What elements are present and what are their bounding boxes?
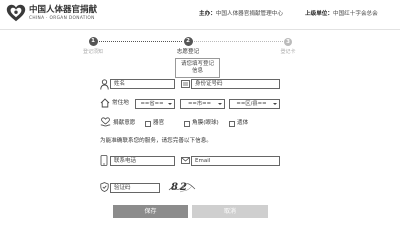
body-option-label[interactable]: 遗体	[237, 120, 248, 127]
cornea-checkbox[interactable]	[184, 120, 190, 127]
sponsor-label: 主办：	[199, 11, 216, 17]
logo-title: 中国人体器官捐献	[29, 5, 98, 15]
header-divider	[0, 29, 400, 30]
city-select[interactable]: ==市==	[180, 99, 225, 109]
contact-info-note: 为能准确联系您的服务，请您完善以下信息。	[100, 138, 212, 144]
donation-option-cornea[interactable]: 角膜(眼球)	[184, 120, 226, 127]
chevron-down-icon	[168, 103, 172, 105]
district-select-value: ==区/县==	[236, 101, 267, 107]
step-1: 1 登记须知	[73, 37, 113, 55]
heart-hand-icon	[100, 117, 111, 127]
province-select[interactable]: ==省==	[135, 99, 175, 109]
email-input[interactable]	[191, 156, 280, 166]
parent-org-name: 中国红十字会总会	[332, 11, 378, 17]
captcha-input[interactable]	[110, 183, 160, 193]
parent-org-info: 上级单位：中国红十字会总会	[305, 11, 378, 18]
organ-checkbox[interactable]	[145, 120, 151, 127]
step-3: 3 登记卡	[268, 37, 308, 55]
logo-subtitle: CHINA · ORGAN DONATION	[29, 16, 95, 21]
house-icon	[100, 98, 110, 108]
captcha-noise-lines	[168, 183, 196, 193]
captcha-image[interactable]: 82	[168, 181, 196, 194]
sponsor-name: 中国人体器官捐献管理中心	[215, 11, 283, 17]
donation-label: 捐献意愿	[113, 120, 136, 126]
step-3-number: 3	[284, 37, 292, 46]
shield-check-icon	[100, 182, 109, 192]
donation-option-body[interactable]: 遗体	[229, 120, 254, 127]
cornea-option-label[interactable]: 角膜(眼球)	[192, 120, 219, 127]
step-2-number: 2	[183, 37, 193, 46]
sponsor-info: 主办：中国人体器官捐献管理中心	[199, 11, 283, 18]
step-hint-tooltip: 请您填写登记信息	[175, 58, 220, 78]
step-2: 2 志愿登记	[168, 37, 208, 55]
organ-option-label[interactable]: 器官	[153, 120, 164, 127]
donation-option-organ[interactable]: 器官	[145, 120, 175, 127]
save-button[interactable]: 保存	[113, 205, 188, 218]
site-logo[interactable]: 中国人体器官捐献 CHINA · ORGAN DONATION	[6, 4, 98, 24]
step-1-number: 1	[88, 37, 98, 46]
residence-label: 常住地	[112, 100, 129, 106]
province-select-value: ==省==	[140, 101, 164, 107]
organ-donation-heart-logo-icon	[6, 4, 26, 22]
person-icon	[100, 79, 109, 90]
step-1-label: 登记须知	[82, 49, 103, 55]
cancel-button[interactable]: 取消	[192, 205, 268, 218]
envelope-icon	[181, 157, 190, 164]
city-select-value: ==市==	[187, 101, 212, 107]
chevron-down-icon	[218, 103, 222, 105]
chevron-down-icon	[273, 103, 277, 105]
name-input[interactable]	[110, 79, 175, 89]
step-3-label: 登记卡	[280, 48, 296, 55]
district-select[interactable]: ==区/县==	[229, 99, 280, 109]
id-card-icon	[181, 80, 190, 88]
parent-org-label: 上级单位：	[305, 11, 333, 17]
phone-input[interactable]	[110, 156, 175, 166]
id-number-input[interactable]	[191, 79, 280, 89]
step-2-label: 志愿登记	[176, 49, 200, 55]
body-checkbox[interactable]	[229, 120, 235, 127]
phone-icon	[100, 155, 108, 166]
